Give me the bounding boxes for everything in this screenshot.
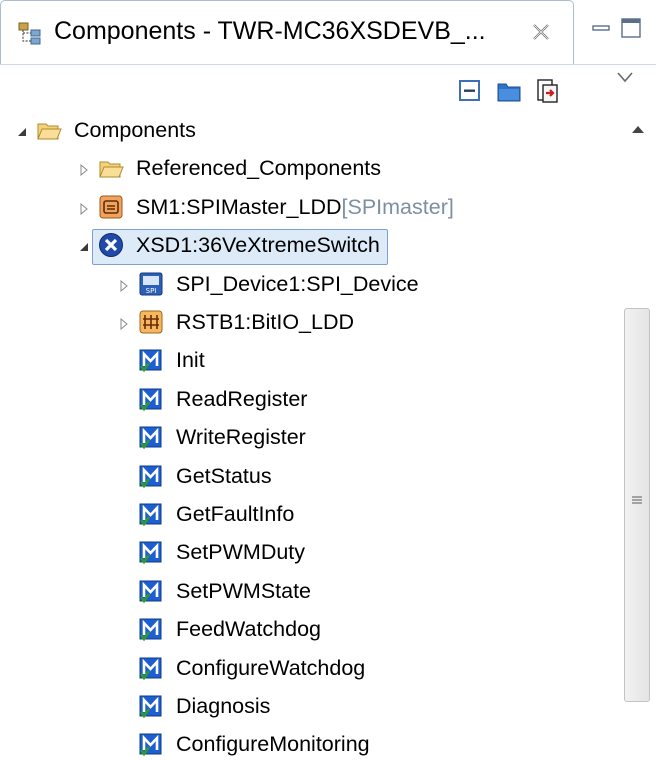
open-folder-icon — [37, 123, 62, 140]
tree-item[interactable]: Diagnosis — [0, 688, 620, 726]
tree-item-label: ReadRegister — [176, 386, 308, 411]
tree-item-label: Referenced_Components — [136, 156, 382, 181]
tree-item-label: ConfigureWatchdog — [176, 655, 366, 680]
method-icon — [139, 541, 162, 565]
collapsed-arrow-icon[interactable] — [118, 279, 130, 292]
tree-item-label: RSTB1:BitIO_LDD — [176, 310, 355, 334]
bitio-component-icon — [139, 310, 163, 334]
maximize-icon[interactable] — [618, 14, 644, 42]
method-icon — [139, 657, 162, 680]
extreme-switch-component-icon — [99, 233, 123, 258]
method-icon — [139, 503, 162, 527]
tree-item-label: GetFaultInfo — [176, 502, 295, 526]
tree-item-label: ConfigureMonitoring — [176, 732, 370, 757]
collapsed-arrow-icon[interactable] — [78, 202, 90, 215]
tree-item-label: WriteRegister — [176, 425, 306, 450]
tree-item[interactable]: SetPWMDuty — [0, 534, 620, 572]
tree-item[interactable]: ReadRegister — [0, 381, 620, 419]
close-x-icon[interactable] — [531, 22, 551, 42]
method-icon — [139, 580, 162, 603]
tree-item[interactable]: ConfigureMonitoring — [0, 726, 620, 760]
tree-item[interactable]: ConfigureWatchdog — [0, 650, 620, 688]
tree-item[interactable]: SM1:SPIMaster_LDD[SPImaster] — [0, 189, 620, 227]
components-view-tab[interactable]: Components - TWR-MC36XSDEVB_... — [0, 0, 574, 64]
tree-item-type-suffix: [SPImaster] — [341, 194, 454, 219]
vertical-scrollbar[interactable] — [620, 112, 656, 760]
view-tab-bar: Components - TWR-MC36XSDEVB_... — [0, 0, 656, 66]
scroll-grip-icon — [632, 496, 642, 504]
collapse-all-icon[interactable] — [458, 78, 484, 104]
tree-item-label: SetPWMDuty — [176, 540, 306, 565]
tree-item-label: SM1:SPIMaster_LDD[SPImaster] — [136, 194, 454, 219]
expanded-arrow-icon[interactable] — [16, 126, 28, 138]
tree-item-label: FeedWatchdog — [176, 617, 322, 642]
tree-item[interactable]: Init — [0, 342, 620, 380]
tree-item[interactable]: XSD1:36VeXtremeSwitch — [0, 227, 620, 265]
scrollbar-thumb[interactable] — [624, 308, 650, 702]
minimize-icon[interactable] — [588, 12, 614, 42]
svg-text:SPI: SPI — [146, 287, 157, 295]
tree-item-label: SPI_Device1:SPI_Device — [176, 271, 419, 296]
tree-item-label: GetStatus — [176, 463, 272, 488]
method-icon — [139, 465, 162, 488]
method-icon — [139, 733, 162, 757]
collapsed-arrow-icon[interactable] — [118, 318, 130, 330]
method-icon — [139, 349, 162, 373]
component-tree-icon — [18, 22, 41, 45]
tree-item-label: Components — [74, 118, 196, 142]
export-icon[interactable] — [534, 78, 560, 104]
collapsed-arrow-icon[interactable] — [78, 164, 90, 177]
expanded-arrow-icon[interactable] — [78, 241, 90, 253]
tree-item[interactable]: Referenced_Components — [0, 150, 620, 188]
tree-item-label: Init — [176, 348, 205, 373]
tab-separator — [0, 64, 656, 65]
spi-device-component-icon: SPI — [139, 272, 163, 296]
method-icon — [139, 695, 162, 719]
tree-item-label: SetPWMState — [176, 578, 312, 603]
view-tab-title: Components - TWR-MC36XSDEVB_... — [54, 17, 486, 45]
tree-item-label: XSD1:36VeXtremeSwitch — [136, 233, 380, 258]
components-tree: Components Referenced_Components SM1:SPIMa… — [0, 112, 620, 760]
spi-master-component-icon — [99, 195, 123, 219]
components-view: Components - TWR-MC36XSDEVB_... Componen… — [0, 0, 656, 760]
tree-item[interactable]: Components — [0, 112, 620, 150]
view-toolbar — [0, 66, 656, 112]
tree-item[interactable]: FeedWatchdog — [0, 611, 620, 649]
method-icon — [139, 426, 162, 450]
open-folder-icon — [99, 161, 124, 178]
tree-item[interactable]: RSTB1:BitIO_LDD — [0, 304, 620, 342]
view-menu-chevron-icon[interactable] — [616, 70, 634, 84]
folder-icon[interactable] — [496, 78, 522, 104]
tree-item-label: Diagnosis — [176, 694, 271, 718]
tree-item[interactable]: SPI SPI_Device1:SPI_Device — [0, 266, 620, 304]
tree-item[interactable]: GetStatus — [0, 458, 620, 496]
tree-item[interactable]: GetFaultInfo — [0, 496, 620, 534]
tree-item[interactable]: SetPWMState — [0, 573, 620, 611]
method-icon — [139, 618, 162, 642]
tree-item[interactable]: WriteRegister — [0, 419, 620, 457]
method-icon — [139, 388, 162, 411]
scroll-up-arrow-icon[interactable] — [630, 122, 646, 136]
